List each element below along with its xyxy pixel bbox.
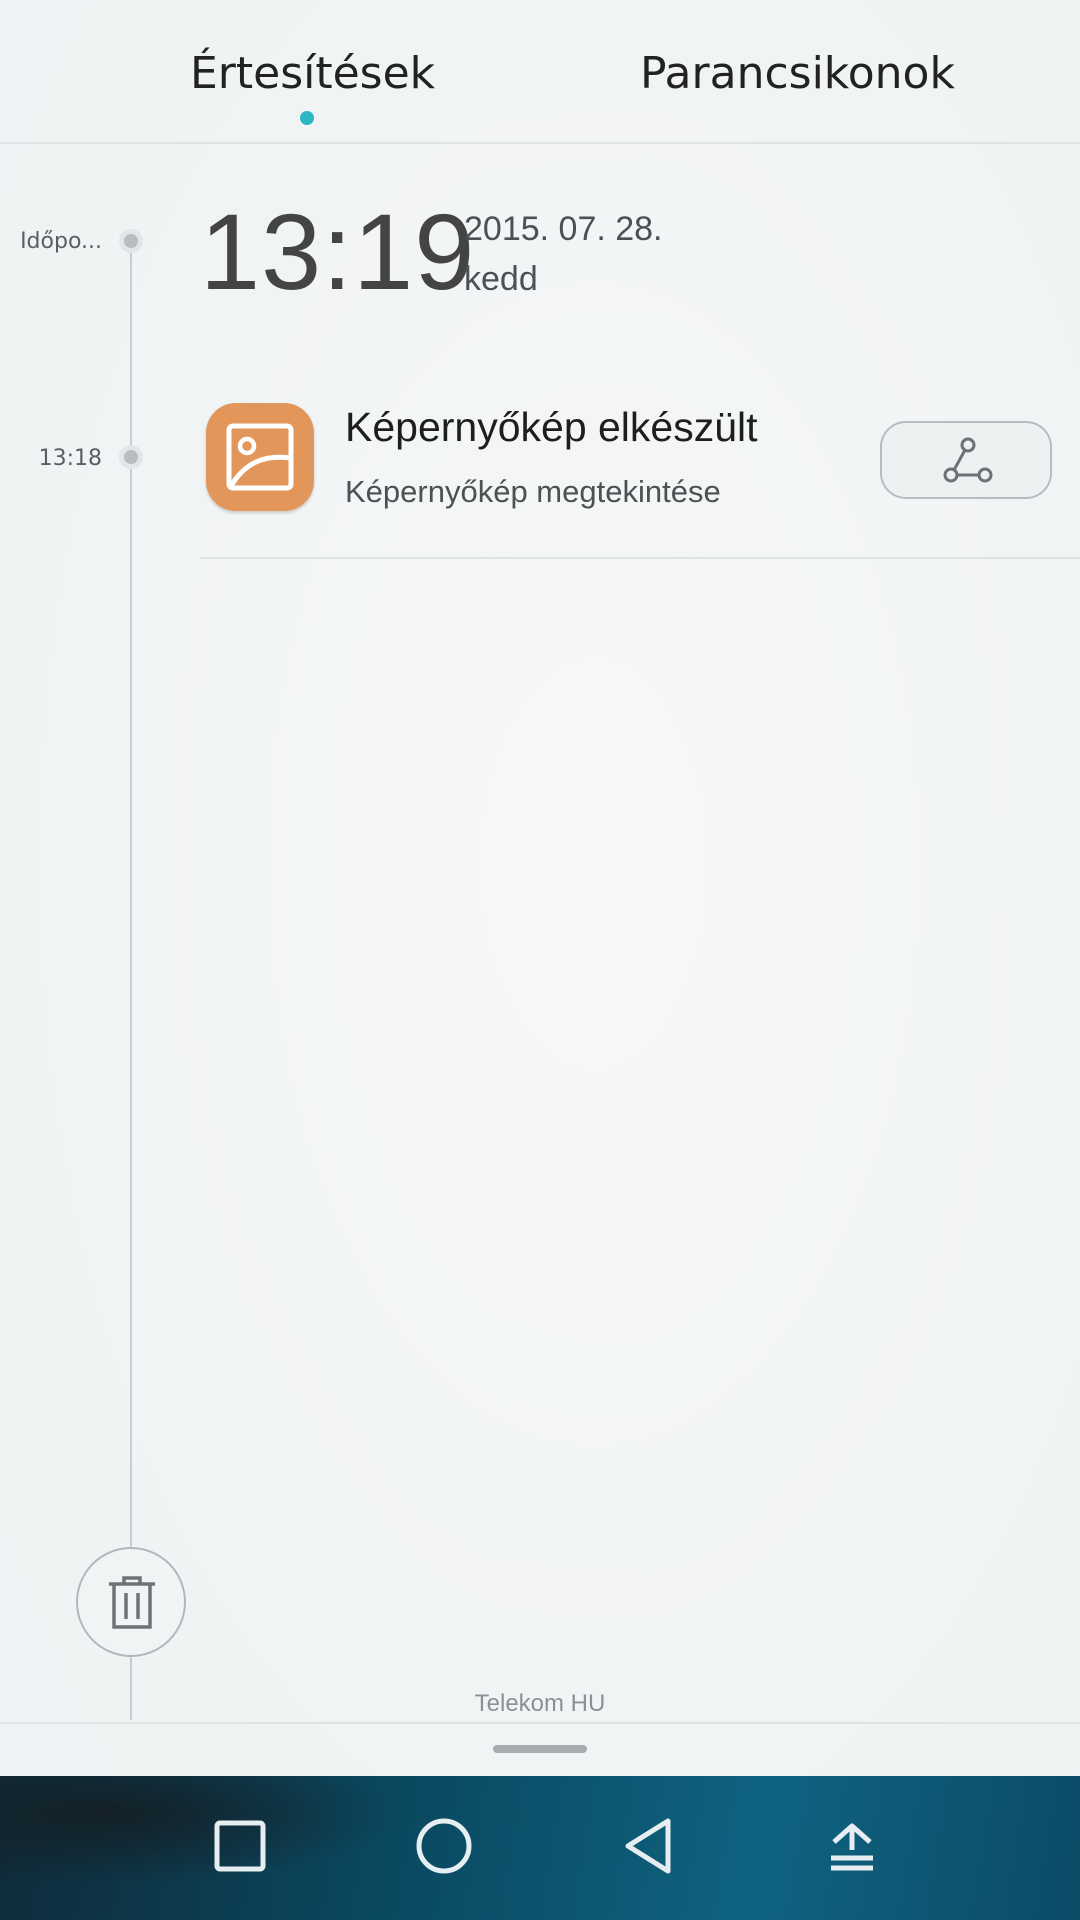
notification-pulldown-button[interactable] xyxy=(812,1806,892,1886)
tab-bar: Értesítések Parancsikonok xyxy=(0,0,1080,144)
home-icon xyxy=(404,1818,484,1890)
tab-shortcuts[interactable]: Parancsikonok xyxy=(640,48,955,99)
home-button[interactable] xyxy=(404,1806,484,1886)
clear-all-button[interactable] xyxy=(76,1547,186,1657)
current-date: 2015. 07. 28. xyxy=(464,210,663,248)
back-button[interactable] xyxy=(608,1806,688,1886)
current-weekday: kedd xyxy=(464,260,538,298)
back-icon xyxy=(608,1818,688,1890)
current-time: 13:19 xyxy=(200,191,476,312)
timeline-dot-entry xyxy=(119,445,143,469)
notification-title: Képernyőkép elkészült xyxy=(345,404,758,450)
bottom-divider xyxy=(0,1722,1080,1724)
drag-handle[interactable] xyxy=(493,1745,587,1753)
tab-notifications[interactable]: Értesítések xyxy=(190,48,435,99)
gallery-icon xyxy=(206,403,314,511)
share-button[interactable] xyxy=(880,421,1052,499)
navigation-bar xyxy=(0,1776,1080,1920)
notification-pulldown-icon xyxy=(812,1823,892,1890)
recents-button[interactable] xyxy=(200,1806,280,1886)
trash-icon xyxy=(105,1575,159,1635)
timeline-dot-header xyxy=(119,229,143,253)
carrier-label: Telekom HU xyxy=(474,1690,606,1717)
notification-divider xyxy=(200,557,1080,559)
active-tab-indicator xyxy=(300,111,314,125)
recents-icon xyxy=(200,1820,280,1890)
share-icon xyxy=(938,431,998,495)
timeline-entry-label: 13:18 xyxy=(38,446,102,471)
timeline-header-label: Időpo... xyxy=(20,229,102,254)
notification-subtitle: Képernyőkép megtekintése xyxy=(345,474,721,509)
